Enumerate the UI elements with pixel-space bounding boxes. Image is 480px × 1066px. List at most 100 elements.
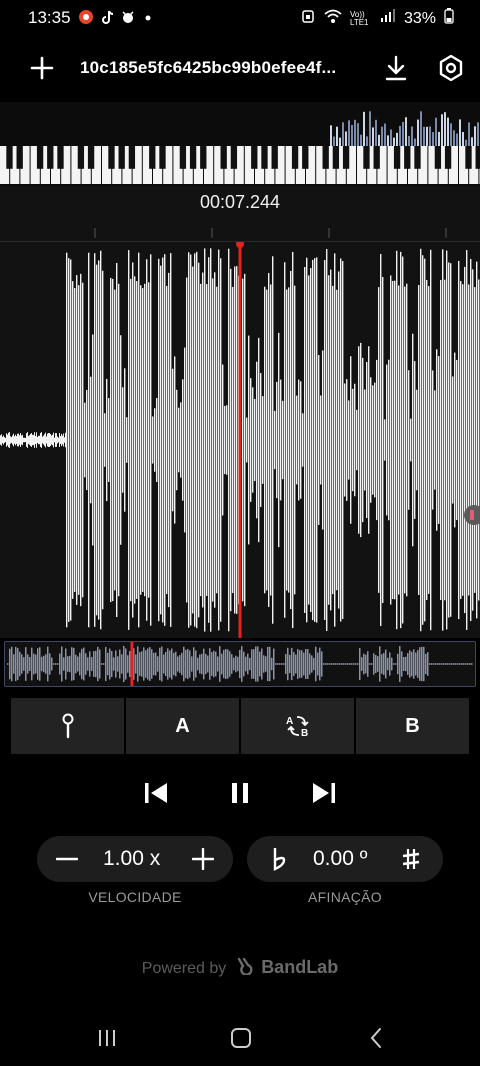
recent-apps-button[interactable] xyxy=(87,1018,127,1058)
waveform-sample xyxy=(21,435,22,445)
overview-sample xyxy=(293,652,295,676)
add-button[interactable] xyxy=(22,48,62,88)
piano-black-key[interactable] xyxy=(342,146,350,169)
waveform-sample xyxy=(456,359,458,521)
piano-black-key[interactable] xyxy=(404,146,411,169)
piano-black-key[interactable] xyxy=(77,146,85,169)
piano-black-key[interactable] xyxy=(434,146,442,169)
waveform-sample xyxy=(318,354,320,526)
waveform-sample xyxy=(45,432,46,448)
piano-black-key[interactable] xyxy=(6,146,13,169)
waveform-sample xyxy=(268,273,270,607)
waveform-sample xyxy=(200,283,202,597)
piano-black-key[interactable] xyxy=(189,146,197,169)
waveform-sample xyxy=(116,262,118,618)
pause-button[interactable] xyxy=(220,773,260,813)
overview-sample xyxy=(51,657,53,671)
spectrum-bar xyxy=(420,111,422,146)
overview-sample xyxy=(27,654,29,674)
waveform-sample xyxy=(190,254,192,626)
piano-black-key[interactable] xyxy=(57,146,64,169)
spectrum-bar xyxy=(462,131,464,146)
piano-black-key[interactable] xyxy=(128,146,136,169)
piano-black-key[interactable] xyxy=(322,146,329,169)
piano-black-key[interactable] xyxy=(271,146,278,169)
waveform-sample xyxy=(63,433,64,447)
piano-black-key[interactable] xyxy=(465,146,472,169)
piano-black-key[interactable] xyxy=(230,146,238,169)
piano-black-key[interactable] xyxy=(108,146,115,169)
waveform-sample xyxy=(162,257,164,623)
add-marker-button[interactable] xyxy=(11,698,124,754)
previous-button[interactable] xyxy=(136,773,176,813)
set-b-button[interactable]: B xyxy=(356,698,469,754)
next-button[interactable] xyxy=(304,773,344,813)
spectrum-bar xyxy=(384,123,386,146)
download-icon xyxy=(385,55,407,81)
overview-sample xyxy=(445,663,447,665)
overview-sample xyxy=(107,652,109,676)
waveform-view[interactable] xyxy=(0,242,480,638)
piano-black-key[interactable] xyxy=(414,146,421,169)
overview-sample xyxy=(233,657,235,671)
speed-control: 1.00 x xyxy=(37,836,233,882)
waveform-sample xyxy=(59,433,60,447)
overview-sample xyxy=(319,647,321,681)
waveform-sample xyxy=(90,376,92,504)
playhead-handle[interactable] xyxy=(236,242,244,248)
piano-black-key[interactable] xyxy=(444,146,452,169)
speed-increase-button[interactable] xyxy=(183,839,223,879)
pitch-sharp-button[interactable] xyxy=(391,839,431,879)
waveform-sample xyxy=(258,337,260,543)
set-a-button[interactable]: A xyxy=(126,698,239,754)
piano-black-key[interactable] xyxy=(251,146,258,169)
overview-sample xyxy=(199,654,201,674)
piano-black-key[interactable] xyxy=(393,146,401,169)
piano-black-key[interactable] xyxy=(302,146,309,169)
piano-black-key[interactable] xyxy=(291,146,299,169)
overview-scrubber[interactable] xyxy=(4,641,476,687)
piano-black-key[interactable] xyxy=(16,146,23,169)
home-button[interactable] xyxy=(221,1018,261,1058)
overview-sample xyxy=(111,650,113,678)
timeline-ruler[interactable]: 00:07.244 xyxy=(0,186,480,242)
piano-black-key[interactable] xyxy=(36,146,44,169)
overview-sample xyxy=(313,657,315,671)
waveform-sample xyxy=(26,433,27,447)
waveform-sample xyxy=(51,435,52,445)
overview-sample xyxy=(189,650,191,678)
back-button[interactable] xyxy=(356,1018,396,1058)
overview-sample xyxy=(435,663,437,665)
speed-decrease-button[interactable] xyxy=(47,839,87,879)
piano-black-key[interactable] xyxy=(475,146,480,169)
waveform-sample xyxy=(252,387,254,493)
piano-black-key[interactable] xyxy=(363,146,370,169)
piano-black-key[interactable] xyxy=(118,146,125,169)
swap-ab-button[interactable]: A B xyxy=(241,698,354,754)
overview-sample xyxy=(321,651,323,677)
piano-black-key[interactable] xyxy=(220,146,227,169)
download-button[interactable] xyxy=(376,48,416,88)
pitch-flat-button[interactable] xyxy=(259,839,299,879)
overview-sample xyxy=(353,663,355,665)
piano-black-key[interactable] xyxy=(200,146,207,169)
waveform-sample xyxy=(440,279,442,601)
spectrum-bar xyxy=(471,137,473,146)
waveform-sample xyxy=(432,370,434,510)
piano-black-key[interactable] xyxy=(261,146,268,169)
waveform-sample xyxy=(22,434,23,446)
waveform-sample xyxy=(34,432,35,448)
piano-black-key[interactable] xyxy=(47,146,54,169)
spectrum-bar xyxy=(375,119,377,146)
piano-black-key[interactable] xyxy=(373,146,380,169)
waveform-sample xyxy=(54,437,55,443)
settings-button[interactable] xyxy=(431,48,471,88)
piano-black-key[interactable] xyxy=(159,146,166,169)
piano-black-key[interactable] xyxy=(179,146,187,169)
waveform-sample xyxy=(132,262,134,618)
waveform-sample xyxy=(298,379,300,501)
piano-black-key[interactable] xyxy=(149,146,156,169)
piano-black-key[interactable] xyxy=(332,146,340,169)
piano-keyboard[interactable] xyxy=(0,102,480,186)
piano-black-key[interactable] xyxy=(87,146,95,169)
